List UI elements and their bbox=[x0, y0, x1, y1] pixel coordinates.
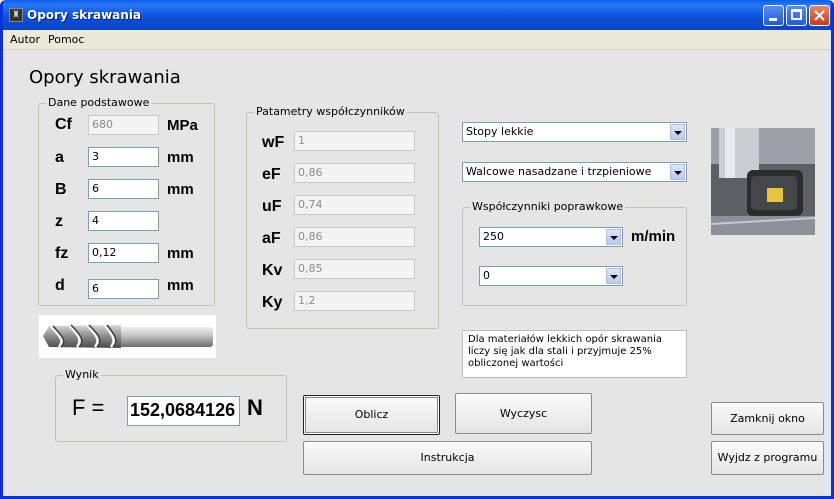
cf-field[interactable]: 680 bbox=[88, 115, 159, 135]
minimize-button[interactable] bbox=[763, 5, 784, 26]
info-note: Dla materiałów lekkich opór skrawania li… bbox=[462, 330, 687, 378]
af-field[interactable]: 0,86 bbox=[294, 227, 415, 247]
wf-field[interactable]: 1 bbox=[294, 131, 415, 151]
title-bar[interactable]: ♜ Opory skrawania bbox=[3, 0, 831, 30]
symbol-b: B bbox=[55, 181, 67, 198]
d-field[interactable]: 6 bbox=[88, 279, 159, 299]
tool-type-select[interactable]: Walcowe nasadzane i trzpieniowe bbox=[462, 162, 687, 182]
unit-d: mm bbox=[167, 277, 194, 294]
app-icon: ♜ bbox=[9, 8, 23, 22]
instructions-button[interactable]: Instrukcja bbox=[303, 441, 592, 475]
b-field[interactable]: 6 bbox=[88, 179, 159, 199]
result-value-field[interactable]: 152,0684126 bbox=[127, 396, 240, 426]
chevron-down-icon[interactable] bbox=[606, 229, 621, 245]
close-icon bbox=[814, 10, 825, 21]
coefficient-params-group: Patametry współczynników wF 1 eF 0,86 uF… bbox=[246, 105, 439, 329]
symbol-ky: Ky bbox=[262, 294, 283, 311]
material-select-value: Stopy lekkie bbox=[466, 125, 534, 138]
fz-field[interactable]: 0,12 bbox=[88, 243, 159, 263]
end-mill-image bbox=[39, 315, 216, 358]
milling-photo bbox=[711, 128, 815, 235]
cutting-speed-value: 250 bbox=[483, 230, 504, 243]
second-factor-select[interactable]: 0 bbox=[479, 266, 623, 286]
close-button[interactable] bbox=[809, 5, 830, 26]
result-unit: N bbox=[247, 395, 263, 420]
window-title: Opory skrawania bbox=[27, 8, 142, 22]
menu-autor[interactable]: Autor bbox=[10, 33, 40, 46]
symbol-wf: wF bbox=[262, 134, 285, 151]
uf-field[interactable]: 0,74 bbox=[294, 195, 415, 215]
chevron-down-icon[interactable] bbox=[670, 164, 685, 180]
minimize-icon bbox=[769, 18, 777, 21]
exit-program-button[interactable]: Wyjdz z programu bbox=[711, 441, 824, 475]
kv-field[interactable]: 0,85 bbox=[294, 259, 415, 279]
material-select[interactable]: Stopy lekkie bbox=[462, 122, 687, 142]
clear-button[interactable]: Wyczysc bbox=[455, 393, 592, 434]
close-window-button[interactable]: Zamknij okno bbox=[711, 402, 824, 435]
maximize-button[interactable] bbox=[786, 5, 807, 26]
coefficient-params-label: Patametry współczynników bbox=[254, 105, 407, 118]
cutting-speed-select[interactable]: 250 bbox=[479, 227, 623, 247]
symbol-a: a bbox=[55, 149, 64, 166]
menu-pomoc[interactable]: Pomoc bbox=[48, 33, 84, 46]
a-field[interactable]: 3 bbox=[88, 147, 159, 167]
symbol-z: z bbox=[55, 213, 63, 230]
page-title: Opory skrawania bbox=[29, 67, 181, 88]
result-group: Wynik F = 152,0684126 N bbox=[55, 368, 287, 442]
unit-a: mm bbox=[167, 149, 194, 166]
unit-cf: MPa bbox=[167, 117, 198, 134]
result-prefix: F = bbox=[72, 395, 105, 420]
z-field[interactable]: 4 bbox=[88, 211, 159, 231]
main-window: ♜ Opory skrawania Autor Pomoc Opory skra… bbox=[0, 0, 834, 499]
symbol-d: d bbox=[55, 277, 65, 294]
symbol-uf: uF bbox=[262, 198, 282, 215]
symbol-ef: eF bbox=[262, 166, 281, 183]
ef-field[interactable]: 0,86 bbox=[294, 163, 415, 183]
chevron-down-icon[interactable] bbox=[670, 124, 685, 140]
menu-bar: Autor Pomoc bbox=[3, 30, 831, 50]
client-area: Opory skrawania Dane podstawowe Cf 680 M… bbox=[3, 50, 831, 496]
second-factor-value: 0 bbox=[483, 269, 490, 282]
chevron-down-icon[interactable] bbox=[606, 268, 621, 284]
symbol-af: aF bbox=[262, 230, 281, 247]
tool-type-select-value: Walcowe nasadzane i trzpieniowe bbox=[466, 165, 652, 178]
correction-factors-group: Współczynniki poprawkowe 250 m/min 0 bbox=[462, 200, 687, 306]
calculate-button[interactable]: Oblicz bbox=[303, 395, 440, 435]
unit-b: mm bbox=[167, 181, 194, 198]
result-label: Wynik bbox=[63, 368, 101, 381]
basic-data-group: Dane podstawowe Cf 680 MPa a 3 mm B 6 mm… bbox=[38, 96, 215, 306]
speed-unit: m/min bbox=[631, 228, 676, 245]
symbol-fz: fz bbox=[55, 245, 69, 262]
maximize-icon bbox=[791, 9, 802, 20]
unit-fz: mm bbox=[167, 245, 194, 262]
symbol-cf: Cf bbox=[55, 116, 72, 133]
basic-data-label: Dane podstawowe bbox=[46, 96, 152, 109]
correction-factors-label: Współczynniki poprawkowe bbox=[470, 200, 626, 213]
ky-field[interactable]: 1,2 bbox=[294, 291, 415, 311]
symbol-kv: Kv bbox=[262, 262, 283, 279]
